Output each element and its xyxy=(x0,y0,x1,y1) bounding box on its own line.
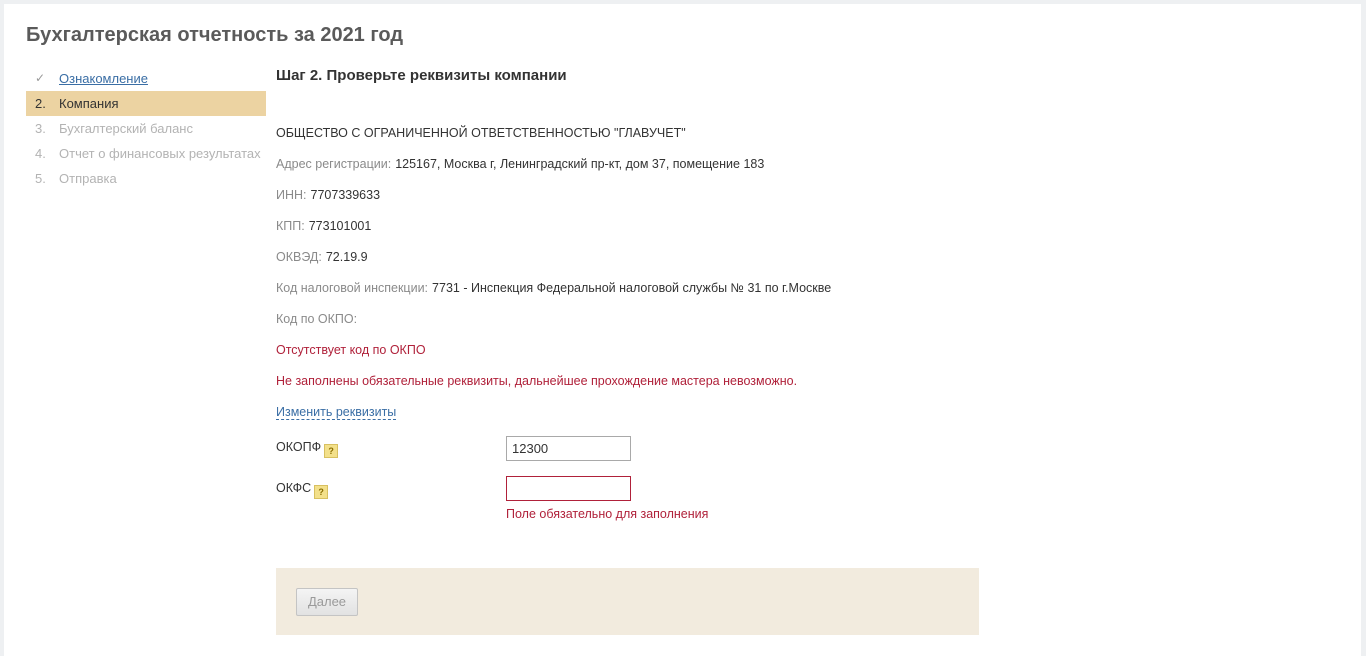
step-send-label: Отправка xyxy=(59,171,117,186)
edit-details-link[interactable]: Изменить реквизиты xyxy=(276,405,397,420)
okpo-missing-error: Отсутствует код по ОКПО xyxy=(276,343,426,357)
step-send: 5. Отправка xyxy=(26,166,266,191)
step-number: 5. xyxy=(35,171,46,186)
kpp-label: КПП: xyxy=(276,219,305,233)
inn-row: ИНН: 7707339633 xyxy=(276,188,380,202)
address-value: 125167, Москва г, Ленинградский пр-кт, д… xyxy=(395,157,765,171)
step-intro-label[interactable]: Ознакомление xyxy=(59,66,148,91)
company-name: ОБЩЕСТВО С ОГРАНИЧЕННОЙ ОТВЕТСТВЕННОСТЬЮ… xyxy=(276,126,686,140)
step-balance-label: Бухгалтерский баланс xyxy=(59,121,193,136)
okfs-required-error: Поле обязательно для заполнения xyxy=(506,507,709,521)
step-balance: 3. Бухгалтерский баланс xyxy=(26,116,266,141)
okopf-label-row: ОКОПФ? xyxy=(276,440,339,458)
step-heading: Шаг 2. Проверьте реквизиты компании xyxy=(276,67,567,84)
inn-label: ИНН: xyxy=(276,188,307,202)
okopf-input[interactable] xyxy=(506,436,631,461)
okved-value: 72.19.9 xyxy=(325,250,368,264)
step-number: 4. xyxy=(35,146,46,161)
inn-value: 7707339633 xyxy=(310,188,381,202)
address-row: Адрес регистрации: 125167, Москва г, Лени… xyxy=(276,157,764,171)
step-financial-results-label: Отчет о финансовых результатах xyxy=(59,146,261,161)
wizard-footer: Далее xyxy=(276,568,979,635)
okpo-row: Код по ОКПО: xyxy=(276,312,361,326)
step-intro[interactable]: ✓ Ознакомление xyxy=(26,66,266,91)
help-icon[interactable]: ? xyxy=(324,444,339,458)
okpo-label: Код по ОКПО: xyxy=(276,312,358,326)
step-number: 3. xyxy=(35,121,46,136)
okved-label: ОКВЭД: xyxy=(276,250,322,264)
okfs-label-row: ОКФС? xyxy=(276,481,329,499)
address-label: Адрес регистрации: xyxy=(276,157,392,171)
okved-row: ОКВЭД: 72.19.9 xyxy=(276,250,368,264)
kpp-value: 773101001 xyxy=(308,219,372,233)
step-number: 2. xyxy=(35,96,46,111)
step-financial-results: 4. Отчет о финансовых результатах xyxy=(26,141,266,166)
help-icon[interactable]: ? xyxy=(314,485,329,499)
edit-details-row: Изменить реквизиты xyxy=(276,405,397,420)
tax-office-label: Код налоговой инспекции: xyxy=(276,281,429,295)
okfs-input[interactable] xyxy=(506,476,631,501)
okfs-label: ОКФС xyxy=(276,481,312,495)
kpp-row: КПП: 773101001 xyxy=(276,219,371,233)
cannot-continue-error: Не заполнены обязательные реквизиты, дал… xyxy=(276,374,798,388)
checkmark-icon: ✓ xyxy=(35,71,46,85)
tax-office-value: 7731 - Инспекция Федеральной налоговой с… xyxy=(432,281,832,295)
step-company: 2. Компания xyxy=(26,91,266,116)
page-title: Бухгалтерская отчетность за 2021 год xyxy=(26,24,404,46)
next-button[interactable]: Далее xyxy=(296,588,358,616)
okopf-label: ОКОПФ xyxy=(276,440,322,454)
tax-office-row: Код налоговой инспекции: 7731 - Инспекция… xyxy=(276,281,831,295)
step-company-label: Компания xyxy=(59,96,119,111)
wizard-steps: ✓ Ознакомление 2. Компания 3. Бухгалтерс… xyxy=(26,66,266,191)
